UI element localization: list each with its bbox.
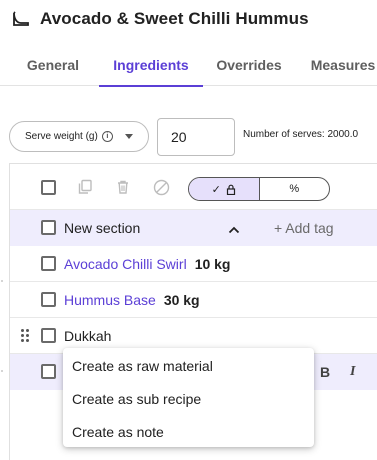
drag-handle-icon[interactable] (21, 329, 29, 343)
italic-button[interactable]: I (350, 364, 355, 380)
ingredient-line: Avocado Chilli Swirl 10 kg (64, 256, 231, 272)
row-checkbox[interactable] (41, 364, 56, 379)
section-row: New section + Add tag (10, 210, 377, 246)
tab-ingredients[interactable]: Ingredients (99, 44, 203, 87)
chevron-up-icon[interactable] (228, 222, 240, 240)
ingredient-row: Avocado Chilli Swirl 10 kg (10, 246, 377, 282)
edge-dot (1, 280, 3, 282)
ingredient-link[interactable]: Avocado Chilli Swirl (64, 256, 187, 272)
edge-dot (1, 370, 3, 372)
row-checkbox[interactable] (41, 256, 56, 271)
ingredient-row: Hummus Base 30 kg (10, 282, 377, 318)
create-menu: Create as raw material Create as sub rec… (63, 348, 314, 447)
tab-general[interactable]: General (15, 44, 91, 86)
info-icon[interactable]: i (101, 131, 113, 142)
menu-item-note[interactable]: Create as note (63, 415, 314, 448)
serves-input[interactable] (157, 118, 235, 156)
serve-weight-label: Serve weight (g) (25, 131, 98, 142)
serves-summary: Number of serves: 2000.0 (243, 129, 359, 140)
menu-item-raw-material[interactable]: Create as raw material (63, 349, 314, 382)
menu-item-sub-recipe[interactable]: Create as sub recipe (63, 382, 314, 415)
section-title[interactable]: New section (64, 220, 140, 236)
mode-option-percent[interactable]: % (260, 178, 330, 200)
bold-button[interactable]: B (320, 364, 330, 380)
serve-settings: Serve weight (g) i Number of serves: 200… (0, 118, 377, 156)
check-icon: ✓ (211, 183, 221, 196)
tab-bar: General Ingredients Overrides Measures (0, 44, 377, 87)
block-icon[interactable] (152, 178, 170, 196)
row-checkbox[interactable] (41, 292, 56, 307)
mode-option-lock[interactable]: ✓ (189, 178, 260, 200)
tab-measures[interactable]: Measures (300, 44, 377, 86)
ingredient-line: Hummus Base 30 kg (64, 292, 200, 308)
delete-icon[interactable] (114, 178, 132, 196)
ingredient-name-input[interactable]: Dukkah (64, 328, 111, 344)
page-header: Avocado & Sweet Chilli Hummus (10, 6, 309, 32)
ingredient-quantity: 30 kg (163, 291, 200, 308)
section-checkbox[interactable] (41, 220, 56, 235)
lock-icon (226, 184, 236, 195)
ingredient-link[interactable]: Hummus Base (64, 292, 156, 308)
serve-weight-select[interactable]: Serve weight (g) i (9, 121, 149, 152)
cloche-icon (10, 8, 32, 30)
caret-down-icon (124, 134, 133, 139)
ingredients-toolbar: ✓ % (10, 164, 377, 210)
recipe-title: Avocado & Sweet Chilli Hummus (40, 9, 309, 28)
ingredient-quantity: 10 kg (194, 255, 231, 272)
add-tag-button[interactable]: + Add tag (274, 220, 334, 236)
copy-icon[interactable] (76, 178, 94, 196)
select-all-checkbox[interactable] (41, 180, 56, 195)
mode-toggle[interactable]: ✓ % (188, 177, 330, 201)
tab-overrides[interactable]: Overrides (205, 44, 293, 86)
row-checkbox[interactable] (41, 328, 56, 343)
